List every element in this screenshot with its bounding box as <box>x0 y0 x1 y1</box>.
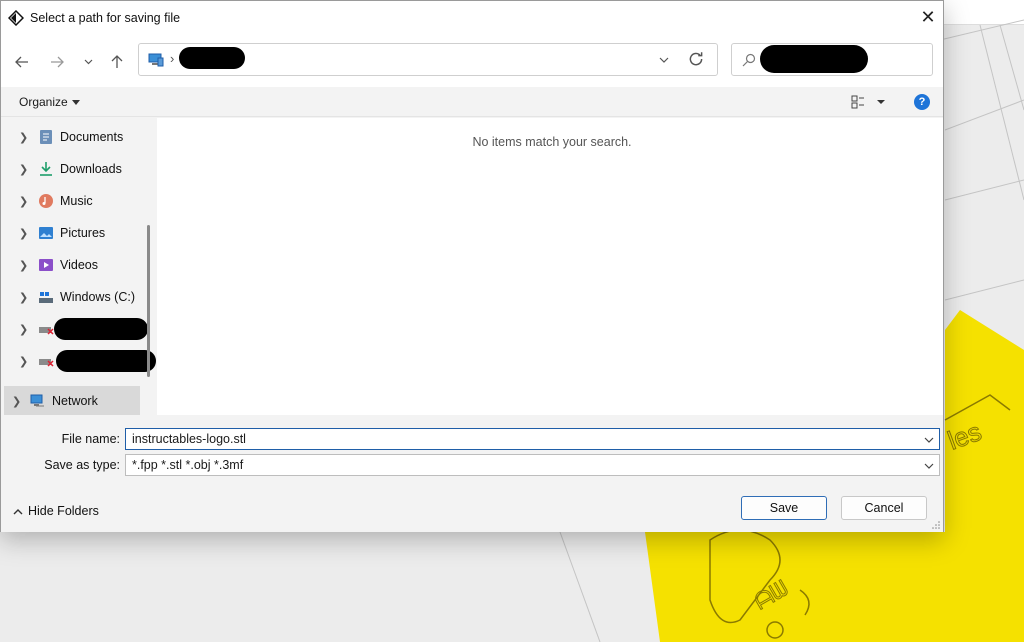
organize-label: Organize <box>19 95 68 109</box>
drive-icon <box>39 292 53 303</box>
save-file-dialog: Select a path for saving file ✕ › Organi… <box>0 0 944 532</box>
sidebar-item-network[interactable]: ❯ Network <box>4 386 140 416</box>
expand-chevron-icon[interactable]: ❯ <box>19 195 28 208</box>
redacted-drive-name <box>56 350 156 372</box>
arrow-left-icon <box>15 56 28 68</box>
arrow-right-icon <box>51 56 64 68</box>
recent-locations-button[interactable] <box>78 52 98 72</box>
filename-field[interactable]: instructables-logo.stl <box>125 428 940 450</box>
back-button[interactable] <box>12 52 32 72</box>
sidebar-item-network-drive-2[interactable]: ❯ <box>1 346 156 376</box>
redacted-drive-name <box>54 318 148 340</box>
close-icon: ✕ <box>920 6 936 27</box>
hide-folders-label: Hide Folders <box>28 504 99 518</box>
expand-chevron-icon[interactable]: ❯ <box>19 355 28 368</box>
network-drive-icon <box>39 327 54 335</box>
command-bar: Organize ? <box>1 87 943 117</box>
sidebar-item-label: Documents <box>60 130 124 144</box>
dialog-title: Select a path for saving file <box>30 11 181 25</box>
filename-label: File name: <box>61 432 120 446</box>
expand-chevron-icon[interactable]: ❯ <box>19 163 28 176</box>
pictures-icon <box>39 227 53 239</box>
change-view-button[interactable] <box>851 95 891 109</box>
sidebar-item-label: Network <box>52 394 98 408</box>
documents-icon <box>40 130 52 144</box>
filetype-label: Save as type: <box>44 458 120 472</box>
sidebar-item-label: Pictures <box>60 226 106 240</box>
sidebar-item-network-drive-1[interactable]: ❯ <box>1 314 148 344</box>
sidebar-item-label: Music <box>60 194 93 208</box>
organize-menu-button[interactable]: Organize <box>19 95 80 109</box>
navigation-pane: ❯ Documents ❯ Downloads ❯ Music ❯ Pictur… <box>1 118 156 416</box>
search-input[interactable] <box>731 43 933 76</box>
dialog-content: ❯ Documents ❯ Downloads ❯ Music ❯ Pictur… <box>1 118 943 416</box>
address-bar[interactable]: › <box>138 43 718 76</box>
navigation-bar: › <box>1 35 943 87</box>
sidebar-item-label: Windows (C:) <box>60 290 136 304</box>
refresh-icon[interactable] <box>687 50 705 68</box>
expand-chevron-icon[interactable]: ❯ <box>19 131 28 144</box>
up-button[interactable] <box>107 52 127 72</box>
dialog-titlebar: Select a path for saving file ✕ <box>1 1 943 35</box>
save-button[interactable]: Save <box>741 496 827 520</box>
filetype-value: *.fpp *.stl *.obj *.3mf <box>132 458 244 472</box>
organize-dropdown-icon <box>71 100 80 106</box>
file-list-pane[interactable]: No items match your search. <box>157 118 943 415</box>
sidebar-item-downloads[interactable]: ❯ Downloads <box>1 154 141 184</box>
search-icon <box>742 53 756 67</box>
cancel-button[interactable]: Cancel <box>841 496 927 520</box>
chevron-up-icon <box>13 509 23 515</box>
app-logo-icon <box>8 10 24 26</box>
save-form: File name: instructables-logo.stl Save a… <box>1 415 943 532</box>
expand-chevron-icon[interactable]: ❯ <box>19 291 28 304</box>
filetype-select[interactable]: *.fpp *.stl *.obj *.3mf <box>125 454 940 476</box>
network-icon <box>30 394 44 407</box>
empty-results-message: No items match your search. <box>472 135 632 149</box>
help-button[interactable]: ? <box>914 94 930 110</box>
downloads-icon <box>40 162 52 176</box>
filename-history-dropdown-icon[interactable] <box>924 437 934 444</box>
sidebar-item-pictures[interactable]: ❯ Pictures <box>1 218 141 248</box>
redacted-search-text <box>760 45 868 73</box>
filename-value: instructables-logo.stl <box>132 432 246 446</box>
sidebar-scrollbar[interactable] <box>147 225 150 377</box>
sidebar-item-label: Downloads <box>60 162 122 176</box>
this-pc-icon <box>148 53 164 67</box>
expand-chevron-icon[interactable]: ❯ <box>19 259 28 272</box>
expand-chevron-icon[interactable]: ❯ <box>12 395 21 408</box>
expand-chevron-icon[interactable]: ❯ <box>19 323 28 336</box>
sidebar-item-documents[interactable]: ❯ Documents <box>1 122 141 152</box>
sidebar-item-windows-c[interactable]: ❯ Windows (C:) <box>1 282 141 312</box>
arrow-up-icon <box>111 55 123 68</box>
sidebar-item-music[interactable]: ❯ Music <box>1 186 141 216</box>
filetype-dropdown-icon[interactable] <box>924 463 934 470</box>
chevron-down-icon <box>84 59 92 65</box>
music-icon <box>39 194 53 208</box>
close-button[interactable]: ✕ <box>913 1 943 33</box>
sidebar-item-videos[interactable]: ❯ Videos <box>1 250 141 280</box>
breadcrumb-separator: › <box>170 51 175 66</box>
videos-icon <box>39 259 53 271</box>
hide-folders-button[interactable]: Hide Folders <box>13 504 99 518</box>
address-history-dropdown-icon[interactable] <box>659 57 669 64</box>
resize-grip-icon[interactable] <box>931 520 941 530</box>
forward-button[interactable] <box>47 52 67 72</box>
sidebar-item-label: Videos <box>60 258 98 272</box>
redacted-path <box>179 47 245 69</box>
expand-chevron-icon[interactable]: ❯ <box>19 227 28 240</box>
network-drive-icon <box>39 359 54 367</box>
